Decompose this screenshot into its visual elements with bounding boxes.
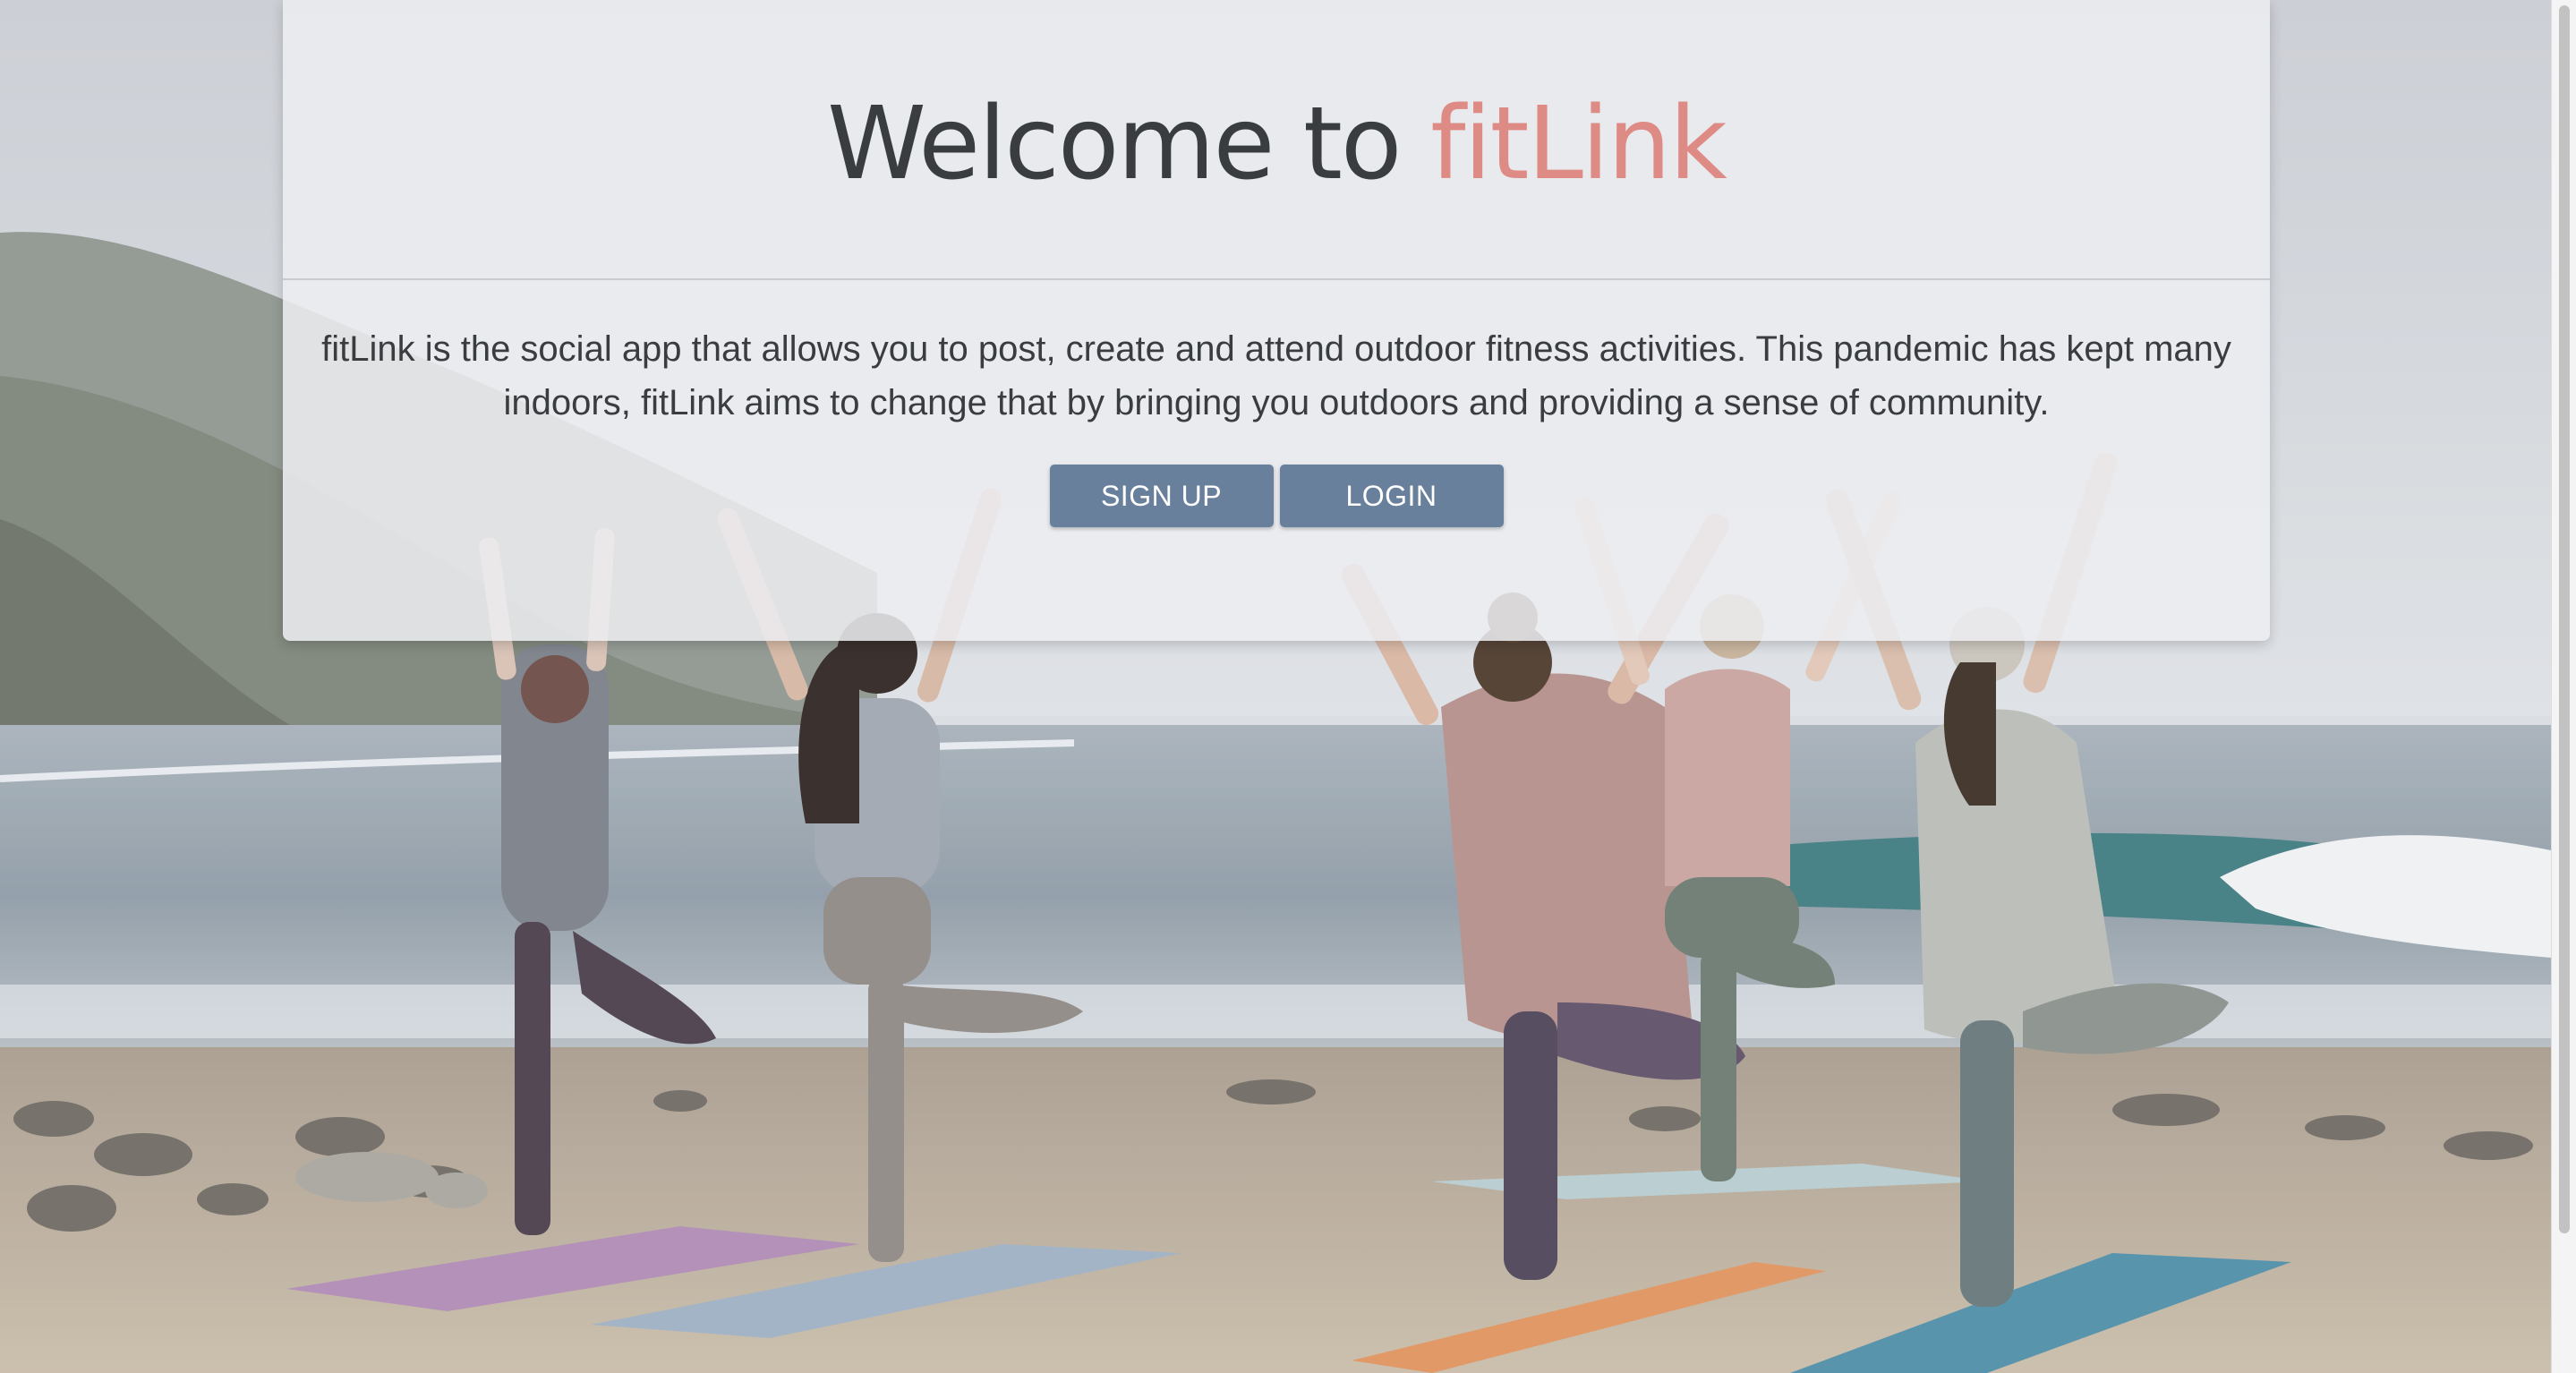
auth-buttons: SIGN UP LOGIN xyxy=(283,465,2270,527)
welcome-card: Welcome to fitLink fitLink is the social… xyxy=(283,0,2270,641)
login-button[interactable]: LOGIN xyxy=(1279,465,1504,527)
scrollbar-thumb[interactable] xyxy=(2559,5,2570,1233)
page-title: Welcome to fitLink xyxy=(827,77,1727,202)
sign-up-button[interactable]: SIGN UP xyxy=(1049,465,1274,527)
brand-name: fitLink xyxy=(1430,85,1727,202)
landing-page: Welcome to fitLink fitLink is the social… xyxy=(0,0,2576,1373)
card-header: Welcome to fitLink xyxy=(283,0,2270,280)
app-description: fitLink is the social app that allows yo… xyxy=(321,329,2231,422)
vertical-scrollbar[interactable] xyxy=(2551,0,2576,1373)
headline-prefix: Welcome to xyxy=(827,85,1402,202)
